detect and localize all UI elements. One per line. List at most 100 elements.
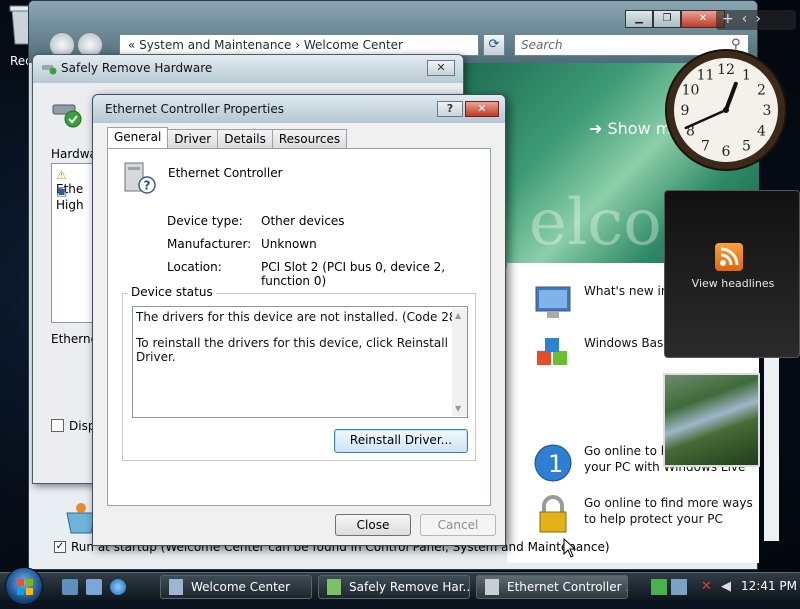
tab-details[interactable]: Details xyxy=(217,129,273,148)
status-scrollbar[interactable]: ▲ ▼ xyxy=(452,308,467,416)
safely-remove-tray-icon[interactable] xyxy=(671,579,687,595)
clock-number: 12 xyxy=(717,62,735,78)
security-icon[interactable] xyxy=(651,579,667,595)
padlock-icon xyxy=(539,495,567,533)
taskbar-button-label: Ethernet Controller ... xyxy=(507,580,628,594)
device-icon xyxy=(485,579,499,595)
usb-eject-icon xyxy=(327,579,341,595)
clock-number: 4 xyxy=(757,124,766,140)
device-type-label: Device type: xyxy=(167,214,243,228)
maximize-button[interactable]: ❐ xyxy=(653,10,681,28)
run-at-startup-checkbox[interactable]: ✓ xyxy=(54,541,66,553)
clock-number: 5 xyxy=(742,139,751,155)
tab-general[interactable]: General xyxy=(107,127,169,148)
hardware-devices-list[interactable]: ⚠ Ethe ▣ High xyxy=(51,163,95,323)
clock-number: 11 xyxy=(697,67,715,83)
status-instruction: To reinstall the drivers for this device… xyxy=(136,336,448,364)
manufacturer-label: Manufacturer: xyxy=(167,237,252,251)
breadcrumb-welcome-center[interactable]: Welcome Center xyxy=(304,38,403,52)
clock-center xyxy=(723,107,729,113)
display-components-checkbox[interactable] xyxy=(51,419,64,432)
show-more-label: Show m xyxy=(607,119,672,138)
show-more-link[interactable]: ➜ Show m xyxy=(589,119,671,138)
windows-live-icon: 1 xyxy=(534,444,572,482)
clock-number: 3 xyxy=(763,103,772,119)
device-icon: ▣ xyxy=(56,184,68,198)
taskbar: Welcome Center Safely Remove Har... Ethe… xyxy=(0,567,800,605)
cancel-button[interactable]: Cancel xyxy=(420,514,496,536)
clock-number: 2 xyxy=(757,83,766,99)
device-type-value: Other devices xyxy=(261,214,345,228)
address-bar[interactable]: « System and Maintenance › Welcome Cente… xyxy=(119,34,479,56)
taskbar-button-label: Welcome Center xyxy=(191,580,291,594)
reinstall-driver-button[interactable]: Reinstall Driver... xyxy=(334,429,468,453)
list-item[interactable]: ▣ High xyxy=(56,184,94,212)
taskbar-button-safely-remove[interactable]: Safely Remove Har... xyxy=(318,575,470,599)
protect-pc-line2: to help protect your PC xyxy=(584,512,723,526)
windows-logo-icon xyxy=(17,579,33,595)
network-disconnected-icon[interactable]: ✕ xyxy=(701,579,717,595)
clock-number: 7 xyxy=(701,139,710,155)
properties-tabs: General Driver Details Resources xyxy=(107,127,348,149)
refresh-icon[interactable]: ⟳ xyxy=(483,34,505,56)
usb-device-icon xyxy=(52,104,82,128)
quick-launch xyxy=(62,577,132,597)
safely-remove-title: Safely Remove Hardware xyxy=(61,61,213,75)
protect-pc-text: Go online to find more ways to help prot… xyxy=(584,495,753,527)
properties-close-button[interactable]: ✕ xyxy=(465,101,499,117)
clock-number: 9 xyxy=(681,103,690,119)
warning-icon: ⚠ xyxy=(56,168,67,182)
ethernet-properties-dialog: Ethernet Controller Properties ? ✕ Gener… xyxy=(92,94,506,546)
device-status-textarea[interactable]: The drivers for this device are not inst… xyxy=(132,306,468,418)
unknown-device-icon: ? xyxy=(124,162,156,194)
sidebar-controls[interactable]: +‹› xyxy=(716,10,796,30)
tab-driver[interactable]: Driver xyxy=(167,129,219,148)
mouse-cursor-icon xyxy=(563,538,577,558)
svg-text:?: ? xyxy=(144,179,151,193)
location-label: Location: xyxy=(167,260,222,274)
close-button[interactable]: Close xyxy=(335,514,411,536)
arrow-right-icon: ➜ xyxy=(589,119,603,138)
volume-icon[interactable]: ◀ xyxy=(721,579,737,595)
list-item-protect-pc[interactable]: Go online to find more ways to help prot… xyxy=(507,495,757,545)
device-name: Ethernet Controller xyxy=(168,166,283,180)
usb-eject-icon xyxy=(42,65,57,75)
feed-headlines-gadget[interactable]: View headlines xyxy=(664,190,800,358)
show-desktop-icon[interactable] xyxy=(62,579,78,595)
taskbar-button-welcome-center[interactable]: Welcome Center xyxy=(160,575,312,599)
device-row-label: High xyxy=(56,198,84,212)
clock-number: 10 xyxy=(682,83,700,99)
taskbar-button-label: Safely Remove Har... xyxy=(349,580,470,594)
view-headlines-label[interactable]: View headlines xyxy=(665,277,800,290)
taskbar-clock[interactable]: 12:41 PM xyxy=(741,579,797,593)
start-button[interactable] xyxy=(5,567,43,605)
clock-number: 6 xyxy=(722,144,731,160)
general-tab-panel: ? Ethernet Controller Device type: Other… xyxy=(107,148,491,506)
breadcrumb-separator: › xyxy=(295,38,301,52)
cubes-icon xyxy=(537,338,567,365)
minimize-button[interactable]: ▁ xyxy=(625,10,653,28)
breadcrumb-system-maintenance[interactable]: System and Maintenance xyxy=(139,38,291,52)
help-button[interactable]: ? xyxy=(437,101,463,117)
rss-icon xyxy=(715,243,743,271)
switch-windows-icon[interactable] xyxy=(86,579,102,595)
scroll-up-icon[interactable]: ▲ xyxy=(455,311,461,320)
scroll-down-icon[interactable]: ▼ xyxy=(455,404,461,413)
svg-text:1: 1 xyxy=(548,450,563,478)
properties-title: Ethernet Controller Properties xyxy=(105,102,284,116)
clock-gadget[interactable]: 12 1234567891011 xyxy=(664,48,788,172)
address-prefix: « xyxy=(128,38,136,52)
protect-pc-line1: Go online to find more ways xyxy=(584,496,753,510)
system-tray: ✕ ◀ 12:41 PM xyxy=(645,575,800,599)
monitor-icon xyxy=(535,286,571,318)
internet-explorer-icon[interactable] xyxy=(110,579,126,595)
tab-resources[interactable]: Resources xyxy=(271,129,348,148)
manufacturer-value: Unknown xyxy=(261,237,317,251)
location-value: PCI Slot 2 (PCI bus 0, device 2, functio… xyxy=(261,260,446,288)
status-message: The drivers for this device are not inst… xyxy=(136,310,462,324)
welcome-center-icon xyxy=(169,579,183,595)
taskbar-button-ethernet-properties[interactable]: Ethernet Controller ... xyxy=(476,575,628,599)
clock-number: 1 xyxy=(742,67,751,83)
safely-remove-close-button[interactable]: ✕ xyxy=(427,60,455,76)
slideshow-gadget[interactable] xyxy=(663,373,760,467)
